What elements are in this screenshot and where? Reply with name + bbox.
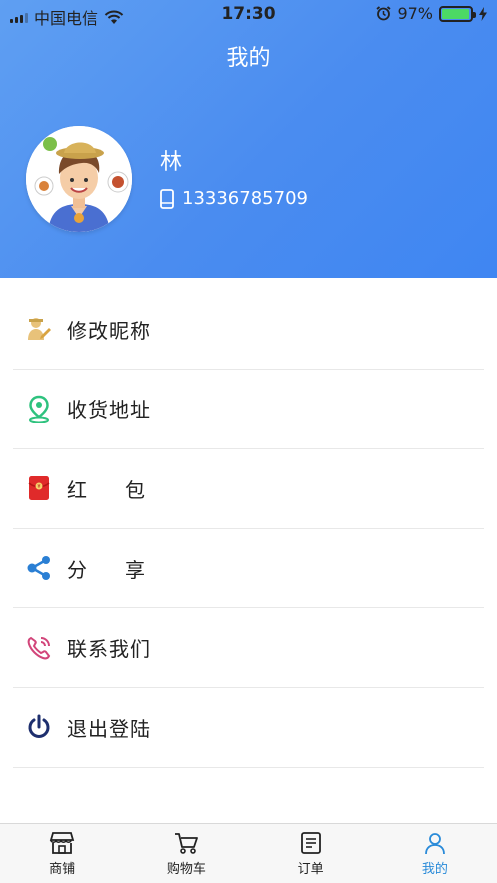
phone-row: 13336785709 <box>160 188 308 209</box>
settings-menu: 修改昵称 收货地址 ¥ 红包 分享 联系我们 退出登陆 <box>0 290 497 768</box>
order-list-icon <box>300 831 321 854</box>
menu-item-contact-us[interactable]: 联系我们 <box>13 608 484 688</box>
user-name: 林 <box>160 150 183 175</box>
status-bar: 中国电信 17:30 97% <box>0 0 497 30</box>
menu-item-label: 分享 <box>67 557 183 582</box>
location-pin-icon <box>25 395 53 423</box>
tab-me[interactable]: 我的 <box>373 824 497 883</box>
red-envelope-icon: ¥ <box>25 474 53 502</box>
tab-label: 购物车 <box>166 861 206 877</box>
menu-item-logout[interactable]: 退出登陆 <box>13 688 484 768</box>
store-icon <box>49 831 75 854</box>
share-icon <box>25 554 53 582</box>
tab-label: 商铺 <box>49 861 76 877</box>
menu-item-red-envelope[interactable]: ¥ 红包 <box>13 449 484 529</box>
avatar[interactable] <box>26 126 132 232</box>
menu-item-label: 退出登陆 <box>67 716 151 741</box>
power-icon <box>25 713 53 741</box>
battery-icon <box>439 5 476 22</box>
tab-orders[interactable]: 订单 <box>249 824 373 883</box>
menu-item-share[interactable]: 分享 <box>13 529 484 609</box>
mobile-phone-icon <box>160 188 174 209</box>
battery-percent: 97% <box>397 4 433 23</box>
charging-icon <box>479 6 487 21</box>
alarm-icon <box>376 6 391 21</box>
tab-label: 我的 <box>421 861 448 877</box>
bottom-tab-bar: 商铺 购物车 订单 我的 <box>0 823 497 883</box>
user-icon <box>424 832 445 854</box>
menu-item-label: 修改昵称 <box>67 318 151 343</box>
avatar-illustration <box>26 126 132 232</box>
tab-cart[interactable]: 购物车 <box>124 824 248 883</box>
tab-label: 订单 <box>297 861 324 877</box>
profile-header: 中国电信 17:30 97% 我的 林 13336785709 <box>0 0 497 278</box>
page-title: 我的 <box>226 46 271 71</box>
edit-nickname-icon <box>25 315 53 343</box>
svg-text:¥: ¥ <box>37 484 40 490</box>
menu-item-label: 联系我们 <box>67 637 151 662</box>
menu-item-label: 收货地址 <box>67 398 151 423</box>
menu-item-address[interactable]: 收货地址 <box>13 370 484 450</box>
menu-item-label: 红包 <box>67 477 183 502</box>
menu-item-edit-nickname[interactable]: 修改昵称 <box>13 290 484 370</box>
phone-contact-icon <box>25 634 53 662</box>
cart-icon <box>175 832 199 854</box>
phone-number: 13336785709 <box>182 188 308 209</box>
tab-store[interactable]: 商铺 <box>0 824 124 883</box>
